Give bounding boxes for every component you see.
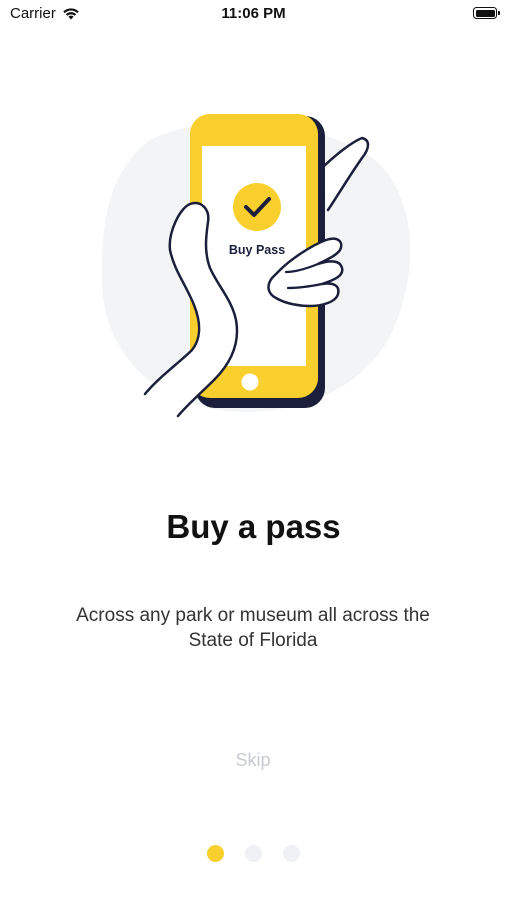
status-bar: Carrier 11:06 PM xyxy=(0,0,507,30)
page-subtitle: Across any park or museum all across the… xyxy=(53,603,453,653)
page-dot-1[interactable] xyxy=(207,845,224,862)
subtitle-line-1: Across any park or museum all across the xyxy=(76,605,430,626)
page-title: Buy a pass xyxy=(166,508,341,545)
buy-pass-label: Buy Pass xyxy=(229,243,285,257)
page-indicator xyxy=(0,845,507,862)
hand-holding-phone-illustration: Buy Pass xyxy=(101,114,411,418)
clock: 11:06 PM xyxy=(221,5,286,22)
subtitle-line-2: State of Florida xyxy=(188,630,318,651)
skip-button[interactable]: Skip xyxy=(213,747,293,773)
page-dot-2[interactable] xyxy=(245,845,262,862)
page-dot-3[interactable] xyxy=(283,845,300,862)
battery-icon xyxy=(473,7,500,19)
checkmark-icon xyxy=(233,183,281,231)
